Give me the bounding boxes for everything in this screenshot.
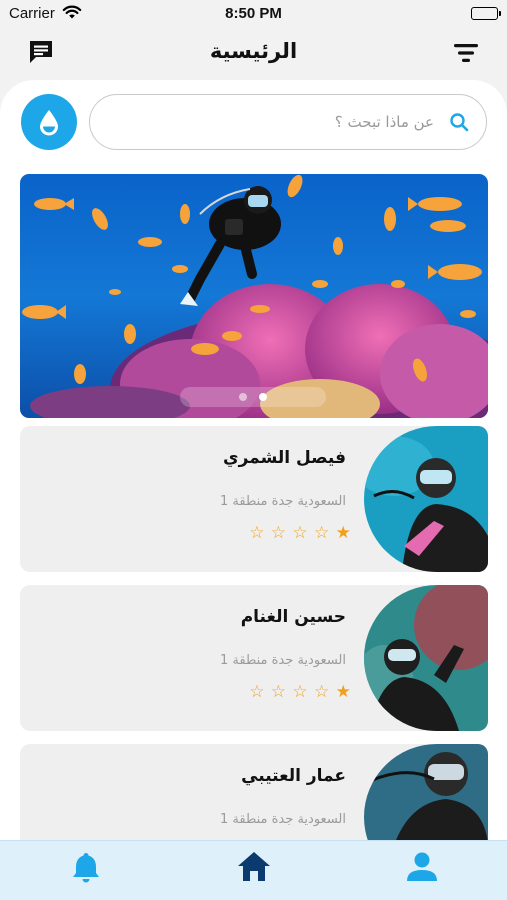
star-filled-icon: ★ bbox=[335, 523, 351, 543]
star-empty-icon: ☆ bbox=[292, 523, 308, 543]
page-title: الرئيسية bbox=[209, 39, 298, 63]
star-filled-icon: ★ bbox=[335, 682, 351, 702]
water-drop-icon bbox=[40, 110, 58, 136]
diver-card[interactable]: حسين الغنام السعودية جدة منطقة 1 ★ ☆ ☆ ☆… bbox=[20, 585, 488, 731]
diver-card[interactable]: فيصل الشمري السعودية جدة منطقة 1 ★ ☆ ☆ ☆… bbox=[20, 426, 488, 572]
nav-bar: الرئيسية bbox=[0, 28, 507, 78]
diver-photo bbox=[364, 744, 488, 840]
search-input[interactable] bbox=[114, 107, 434, 137]
bell-icon bbox=[73, 853, 99, 883]
diver-name: حسين الغنام bbox=[240, 607, 346, 627]
filter-icon[interactable] bbox=[452, 40, 480, 66]
search-box[interactable] bbox=[89, 94, 487, 150]
star-empty-icon: ☆ bbox=[270, 523, 287, 543]
pager-dot-active[interactable] bbox=[259, 393, 267, 401]
star-empty-icon: ☆ bbox=[249, 682, 265, 702]
rating-stars: ★ ☆ ☆ ☆ ☆ bbox=[246, 681, 354, 703]
diver-card[interactable]: عمار العتيبي السعودية جدة منطقة 1 bbox=[20, 744, 488, 840]
star-empty-icon: ☆ bbox=[249, 523, 265, 543]
water-drop-button[interactable] bbox=[21, 94, 77, 150]
profile-icon bbox=[407, 852, 437, 881]
banner-carousel[interactable] bbox=[20, 174, 488, 418]
rating-stars: ★ ☆ ☆ ☆ ☆ bbox=[246, 522, 354, 544]
diver-photo bbox=[364, 585, 488, 731]
star-empty-icon: ☆ bbox=[313, 523, 330, 543]
carousel-pager[interactable] bbox=[180, 387, 326, 407]
home-icon bbox=[238, 852, 270, 881]
star-empty-icon: ☆ bbox=[313, 682, 330, 702]
diver-location: السعودية جدة منطقة 1 bbox=[220, 812, 346, 827]
pager-dot[interactable] bbox=[239, 393, 247, 401]
status-time: 8:50 PM bbox=[225, 5, 282, 22]
status-bar: Carrier 8:50 PM bbox=[0, 0, 507, 28]
tab-notifications[interactable] bbox=[66, 849, 106, 885]
search-icon[interactable] bbox=[449, 112, 469, 132]
tab-bar bbox=[0, 840, 507, 900]
diver-name: فيصل الشمري bbox=[223, 448, 346, 468]
diver-name: عمار العتيبي bbox=[241, 766, 346, 786]
battery-icon bbox=[471, 7, 501, 20]
star-empty-icon: ☆ bbox=[292, 682, 308, 702]
diver-location: السعودية جدة منطقة 1 bbox=[220, 494, 346, 509]
diver-photo bbox=[364, 426, 488, 572]
tab-profile[interactable] bbox=[402, 849, 442, 885]
star-empty-icon: ☆ bbox=[270, 682, 287, 702]
search-row bbox=[0, 80, 507, 170]
diver-location: السعودية جدة منطقة 1 bbox=[220, 653, 346, 668]
tab-home[interactable] bbox=[234, 849, 274, 885]
banner-image bbox=[20, 174, 488, 418]
main-panel: فيصل الشمري السعودية جدة منطقة 1 ★ ☆ ☆ ☆… bbox=[0, 80, 507, 840]
